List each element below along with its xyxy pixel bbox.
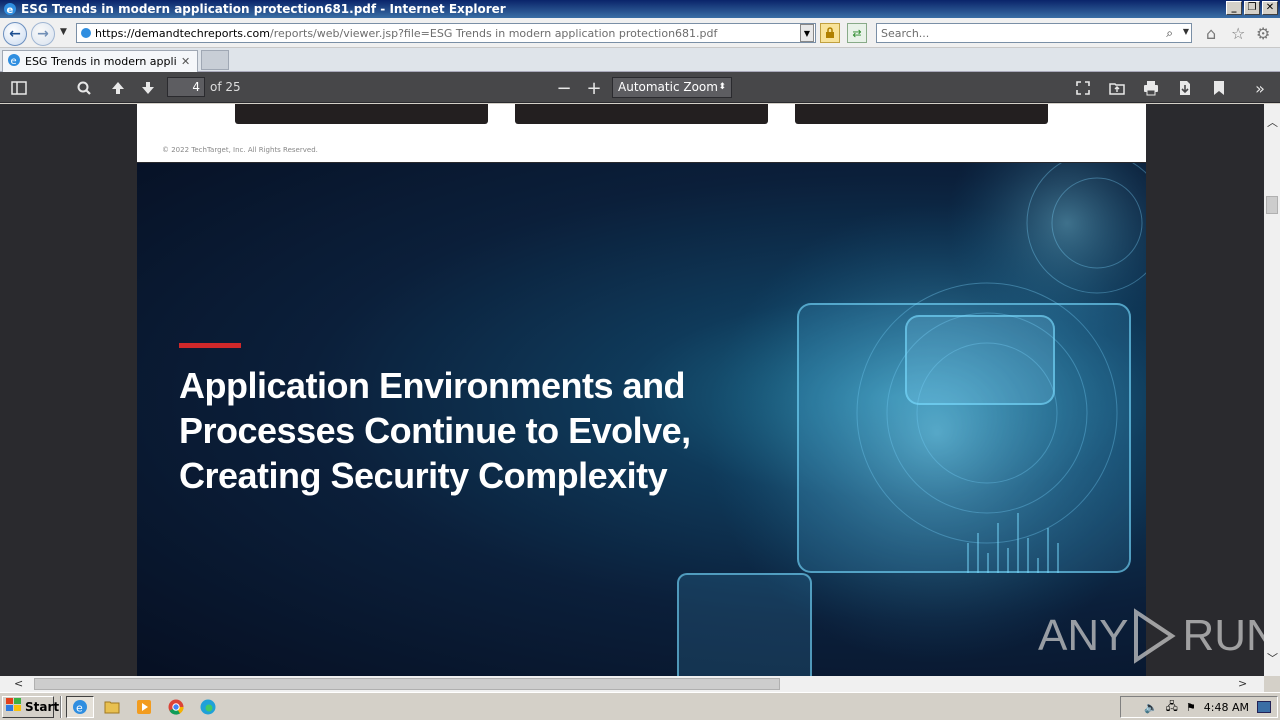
ie-taskbar-icon: e: [73, 699, 87, 714]
pdf-viewer-area[interactable]: © 2022 TechTarget, Inc. All Rights Reser…: [0, 104, 1264, 676]
url-domain: https://demandtechreports.com: [95, 26, 271, 40]
pdf-page-3-bottom: © 2022 TechTarget, Inc. All Rights Reser…: [137, 104, 1146, 162]
address-toolbar: ← → ▼ https://demandtechreports.com/repo…: [0, 18, 1280, 48]
url-field[interactable]: https://demandtechreports.com/reports/we…: [76, 23, 816, 43]
tab-label: ESG Trends in modern applic...: [25, 55, 177, 68]
headline-line-3: Creating Security Complexity: [179, 455, 668, 496]
windows-logo-icon: [6, 698, 22, 715]
copyright-notice: © 2022 TechTarget, Inc. All Rights Reser…: [162, 146, 318, 154]
sidebar-toggle-icon[interactable]: [9, 78, 29, 98]
presentation-mode-icon[interactable]: [1073, 78, 1093, 98]
explorer-folder-icon[interactable]: [102, 697, 122, 717]
headline-line-2: Processes Continue to Evolve,: [179, 410, 691, 451]
scroll-down-icon[interactable]: ﹀: [1267, 650, 1278, 666]
watermark-play-icon: [1134, 608, 1177, 664]
download-icon[interactable]: [1175, 78, 1195, 98]
favorites-star-icon[interactable]: ☆: [1231, 24, 1245, 43]
close-window-button[interactable]: ✕: [1262, 1, 1278, 15]
search-icon[interactable]: ⌕: [1166, 26, 1173, 41]
forward-arrow-icon: →: [37, 26, 49, 42]
zoom-value: Automatic Zoom: [618, 80, 718, 94]
zoom-out-icon[interactable]: −: [554, 78, 574, 99]
vertical-scrollbar[interactable]: ︿ ﹀: [1264, 104, 1280, 676]
accent-red-bar: [179, 343, 241, 348]
watermark-text-left: ANY: [1038, 611, 1129, 660]
svg-text:e: e: [7, 5, 14, 16]
vertical-scroll-thumb[interactable]: [1266, 196, 1278, 214]
scroll-right-icon[interactable]: >: [1238, 677, 1247, 690]
pdf-page-4: Application Environments and Processes C…: [137, 163, 1146, 676]
windows-taskbar: Start e 🔈 🖧 ⚑ 4:48 AM: [0, 692, 1280, 720]
hologram-panel-inner: [905, 315, 1055, 405]
anyrun-watermark: ANY RUN: [1038, 608, 1264, 664]
refresh-icon[interactable]: ⇄: [847, 23, 867, 43]
dark-box-3: [795, 104, 1048, 124]
search-field[interactable]: Search... ⌕ ▼: [876, 23, 1192, 43]
horizontal-scroll-thumb[interactable]: [34, 678, 780, 690]
url-dropdown-button[interactable]: ▼: [800, 24, 814, 42]
dark-box-1: [235, 104, 488, 124]
previous-page-icon[interactable]: [108, 78, 128, 98]
zoom-dropdown-icon: ⬍: [718, 82, 726, 92]
start-button[interactable]: Start: [2, 695, 59, 718]
tab-pdf-document[interactable]: e ESG Trends in modern applic... ✕: [2, 50, 198, 72]
back-button[interactable]: ←: [3, 22, 27, 46]
volume-icon[interactable]: 🔈: [1144, 701, 1158, 714]
minimize-button[interactable]: _: [1226, 1, 1242, 15]
page-headline: Application Environments and Processes C…: [179, 363, 739, 498]
maximize-button[interactable]: ❐: [1244, 1, 1260, 15]
watermark-text-right: RUN: [1182, 611, 1264, 660]
page-favicon-icon: [77, 27, 95, 39]
pdf-toolbar: 4 of 25 − + Automatic Zoom ⬍ »: [0, 72, 1280, 103]
find-search-icon[interactable]: [74, 78, 94, 98]
page-count-label: of 25: [210, 80, 241, 94]
window-title-bar: e ESG Trends in modern application prote…: [0, 0, 1280, 18]
security-lock-icon[interactable]: [820, 23, 840, 43]
svg-text:e: e: [11, 56, 17, 67]
next-page-icon[interactable]: [138, 78, 158, 98]
zoom-select[interactable]: Automatic Zoom ⬍: [612, 77, 732, 98]
zoom-in-icon[interactable]: +: [584, 78, 604, 99]
scroll-left-icon[interactable]: <: [14, 677, 23, 690]
window-title: ESG Trends in modern application protect…: [21, 2, 506, 16]
home-icon[interactable]: ⌂: [1206, 24, 1216, 43]
clock[interactable]: 4:48 AM: [1204, 701, 1249, 714]
network-icon[interactable]: 🖧: [1166, 698, 1178, 717]
system-tray: 🔈 🖧 ⚑ 4:48 AM: [1120, 696, 1278, 718]
show-desktop-icon[interactable]: [1257, 701, 1271, 713]
page-number-input[interactable]: 4: [167, 77, 205, 97]
tab-favicon-icon: e: [7, 53, 21, 70]
search-placeholder: Search...: [881, 26, 930, 40]
url-path: /reports/web/viewer.jsp?file=ESG Trends …: [270, 26, 718, 40]
action-center-flag-icon[interactable]: ⚑: [1186, 701, 1196, 714]
hologram-panel-small: [677, 573, 812, 676]
recent-pages-dropdown-icon[interactable]: ▼: [60, 27, 67, 37]
search-dropdown-icon[interactable]: ▼: [1183, 27, 1189, 36]
taskbar-ie-button[interactable]: e: [66, 695, 94, 718]
edge-icon[interactable]: [198, 697, 218, 717]
back-arrow-icon: ←: [9, 26, 21, 42]
new-tab-button[interactable]: [201, 50, 229, 70]
headline-line-1: Application Environments and: [179, 365, 686, 406]
print-icon[interactable]: [1141, 78, 1161, 98]
tab-strip: e ESG Trends in modern applic... ✕: [0, 48, 1280, 72]
start-label: Start: [25, 699, 60, 714]
internet-explorer-icon: e: [2, 1, 18, 17]
bookmark-icon[interactable]: [1209, 78, 1229, 98]
close-tab-icon[interactable]: ✕: [181, 55, 197, 68]
tools-gear-icon[interactable]: ⚙: [1256, 24, 1270, 43]
open-file-icon[interactable]: [1107, 78, 1127, 98]
dark-box-2: [515, 104, 768, 124]
media-player-icon[interactable]: [134, 697, 154, 717]
more-tools-icon[interactable]: »: [1250, 78, 1270, 98]
forward-button[interactable]: →: [31, 22, 55, 46]
chrome-icon[interactable]: [166, 697, 186, 717]
svg-text:e: e: [76, 701, 83, 714]
scroll-up-icon[interactable]: ︿: [1267, 114, 1278, 130]
horizontal-scrollbar[interactable]: < >: [0, 676, 1264, 692]
